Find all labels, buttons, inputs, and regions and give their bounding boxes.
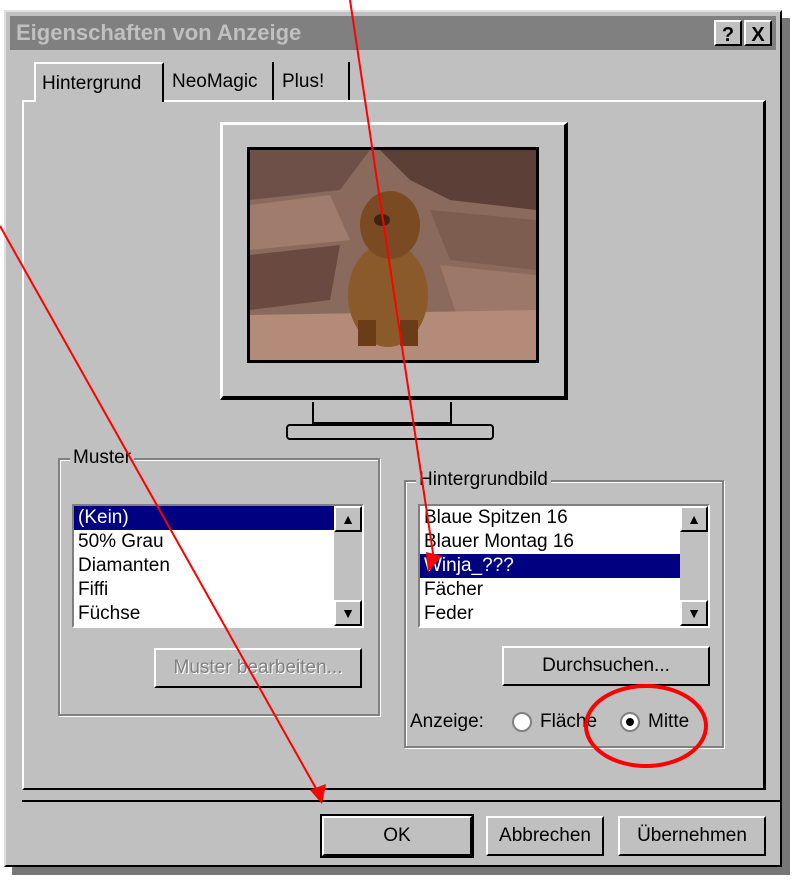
annotation-arrow-line (0, 225, 319, 793)
annotation-arrow-line (349, 0, 435, 561)
annotation-arrowhead (310, 784, 326, 804)
annotation-overlay (0, 0, 708, 804)
tab-hintergrund[interactable]: Hintergrund (34, 62, 164, 102)
annotation-circle (584, 684, 708, 768)
annotation-arrowhead (426, 552, 442, 572)
